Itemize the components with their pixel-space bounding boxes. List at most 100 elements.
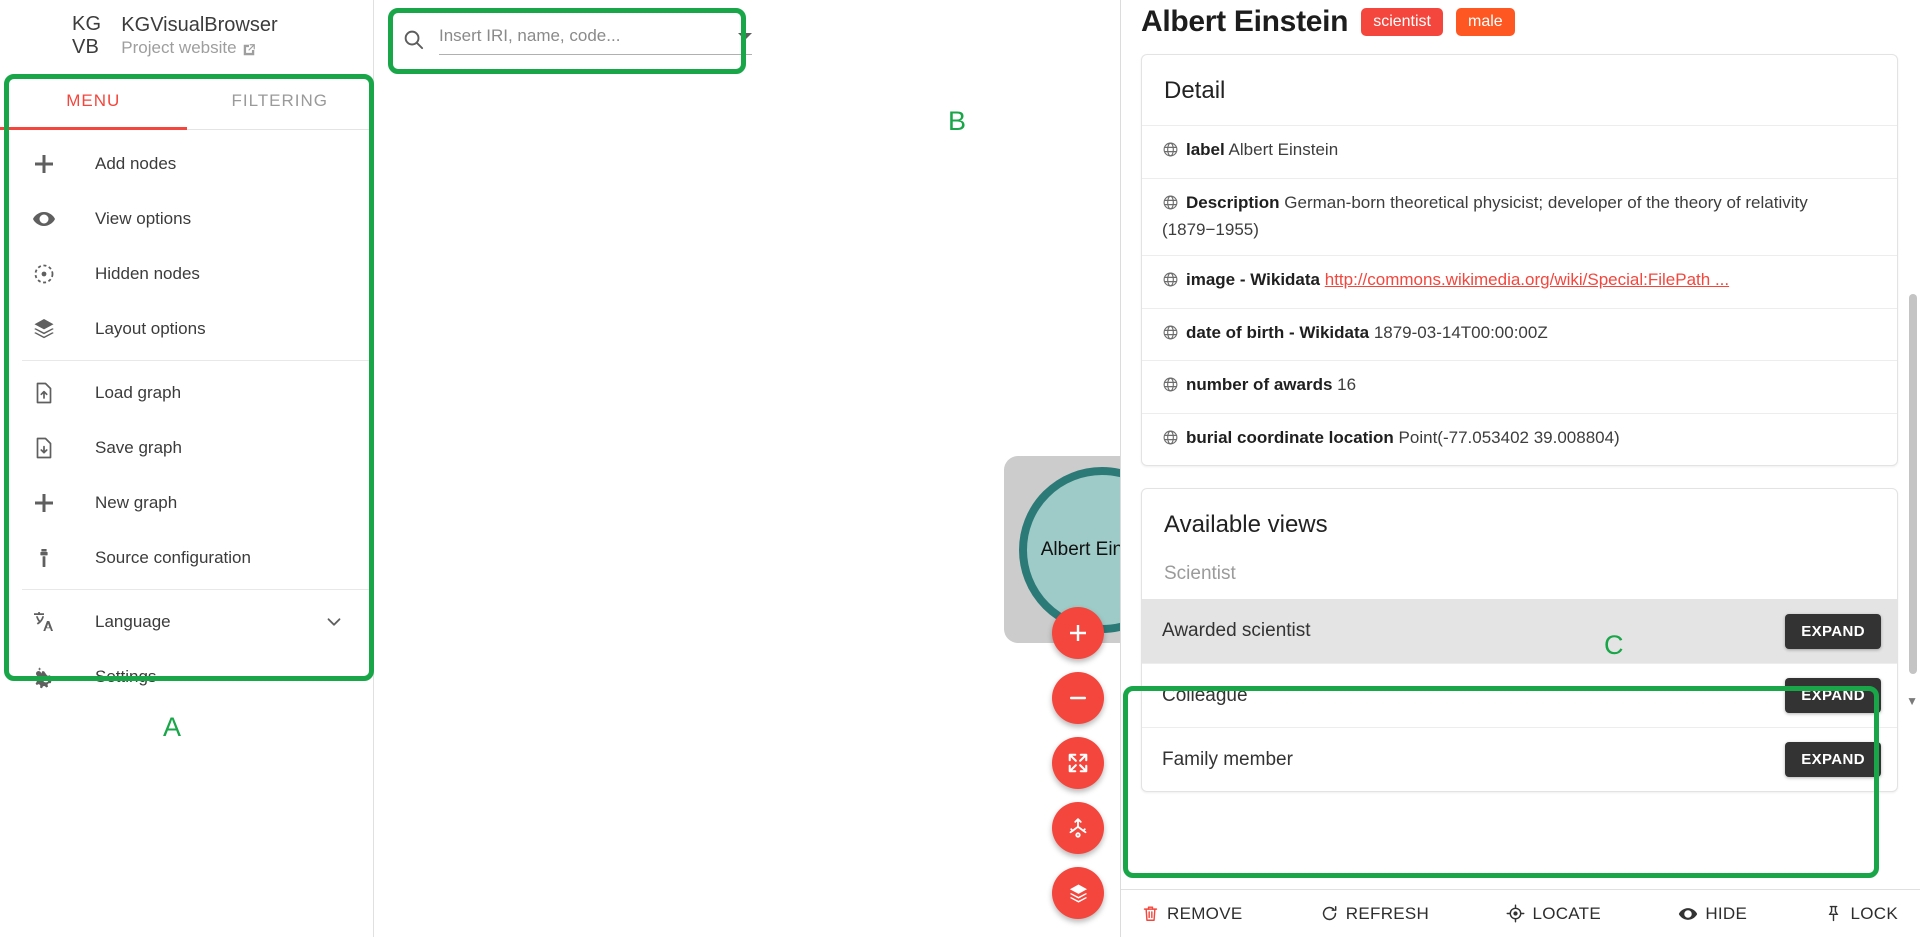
project-website-link[interactable]: Project website	[121, 37, 277, 59]
menu-item-label: Layout options	[95, 318, 206, 338]
menu-item-hidden-nodes[interactable]: Hidden nodes	[0, 246, 373, 301]
menu-divider	[22, 360, 373, 361]
view-row-family-member[interactable]: Family member EXPAND	[1142, 727, 1897, 791]
detail-scrollbar-thumb[interactable]	[1909, 294, 1917, 674]
kgvisualbrowser-app: KG VB KGVisualBrowser Project website ME…	[0, 0, 1920, 937]
locate-button[interactable]: LOCATE	[1506, 904, 1601, 924]
brand-abbreviation: KG VB	[72, 13, 101, 59]
page-title: Albert Einstein	[1141, 5, 1349, 38]
status-badge-male: male	[1456, 8, 1515, 36]
property-row: label Albert Einstein	[1142, 125, 1897, 178]
view-row-colleague[interactable]: Colleague EXPAND	[1142, 663, 1897, 727]
plus-icon	[22, 152, 66, 176]
menu-item-settings[interactable]: Settings	[0, 649, 373, 704]
detail-footer-toolbar: REMOVE REFRESH LOCATE HIDE LOCK	[1121, 889, 1920, 937]
menu-item-label: Settings	[95, 666, 157, 686]
menu-item-label: View options	[95, 208, 192, 228]
search-input[interactable]	[439, 26, 730, 46]
menu-item-label: Add nodes	[95, 153, 177, 173]
search-bar[interactable]	[402, 12, 752, 64]
property-value: 1879-03-14T00:00:00Z	[1373, 322, 1548, 342]
locate-label: LOCATE	[1532, 903, 1602, 923]
hidden-node-icon	[22, 262, 66, 286]
lock-button[interactable]: LOCK	[1824, 904, 1898, 924]
project-website-label: Project website	[121, 37, 237, 57]
detail-panel: Albert Einstein scientist male Detail la…	[1120, 0, 1920, 937]
chevron-down-icon[interactable]	[738, 32, 752, 40]
menu-item-label: Language	[95, 611, 171, 631]
property-row: burial coordinate location Point(-77.053…	[1142, 412, 1897, 466]
locate-icon	[1506, 904, 1525, 923]
menu-item-language[interactable]: Language	[0, 594, 373, 649]
refresh-button[interactable]: REFRESH	[1320, 904, 1429, 924]
settings-gear-icon	[22, 665, 66, 689]
menu-item-label: Save graph	[95, 437, 182, 457]
property-row: date of birth - Wikidata 1879-03-14T00:0…	[1142, 307, 1897, 361]
globe-icon	[1162, 141, 1179, 166]
globe-icon	[1162, 194, 1179, 219]
detail-card: Detail label Albert Einstein Description…	[1141, 54, 1898, 467]
annotation-letter-a: A	[163, 712, 182, 742]
view-row-awarded-scientist[interactable]: Awarded scientist EXPAND	[1142, 599, 1897, 664]
menu-item-add-nodes[interactable]: Add nodes	[0, 136, 373, 191]
menu-item-label: Hidden nodes	[95, 263, 200, 283]
annotation-letter-b: B	[948, 106, 967, 136]
menu-item-label: New graph	[95, 492, 178, 512]
menu-list: Add nodes View options Hidden nodes Layo…	[0, 130, 373, 704]
chevron-down-icon[interactable]	[323, 611, 345, 633]
property-row: number of awards 16	[1142, 360, 1897, 413]
detail-scroll-area[interactable]: Detail label Albert Einstein Description…	[1121, 44, 1920, 889]
globe-icon	[1162, 324, 1179, 349]
eye-icon	[1678, 904, 1698, 924]
globe-icon	[1162, 429, 1179, 454]
hide-button[interactable]: HIDE	[1678, 904, 1747, 924]
menu-item-label: Source configuration	[95, 547, 251, 567]
refresh-label: REFRESH	[1345, 903, 1430, 923]
rearrange-button[interactable]	[1052, 802, 1104, 854]
file-download-icon	[22, 436, 66, 460]
plus-icon	[22, 491, 66, 515]
scroll-down-arrow-icon[interactable]: ▼	[1906, 694, 1918, 708]
view-name: Colleague	[1162, 684, 1248, 706]
expand-button[interactable]: EXPAND	[1785, 678, 1881, 714]
menu-item-save-graph[interactable]: Save graph	[0, 420, 373, 475]
trash-icon	[1141, 904, 1160, 923]
file-upload-icon	[22, 381, 66, 405]
view-name: Family member	[1162, 748, 1293, 770]
layers-button[interactable]	[1052, 867, 1104, 919]
zoom-in-button[interactable]	[1052, 607, 1104, 659]
property-value-link[interactable]: http://commons.wikimedia.org/wiki/Specia…	[1325, 270, 1729, 289]
views-group-label: Scientist	[1164, 563, 1236, 585]
external-link-icon	[242, 41, 256, 55]
menu-item-view-options[interactable]: View options	[0, 191, 373, 246]
status-badge-scientist: scientist	[1361, 8, 1443, 36]
menu-item-source-configuration[interactable]: Source configuration	[0, 530, 373, 585]
brand-abbr-line2: VB	[72, 36, 100, 58]
property-key: burial coordinate location	[1186, 427, 1394, 447]
tab-menu[interactable]: MENU	[0, 72, 187, 130]
property-value: Albert Einstein	[1228, 140, 1339, 159]
remove-button[interactable]: REMOVE	[1141, 904, 1242, 924]
property-key: number of awards	[1186, 375, 1333, 395]
detail-card-title: Detail	[1164, 77, 1226, 104]
fit-to-screen-button[interactable]	[1052, 737, 1104, 789]
property-row: image - Wikidata http://commons.wikimedi…	[1142, 254, 1897, 308]
hide-label: HIDE	[1705, 903, 1748, 923]
eye-icon	[22, 207, 66, 231]
source-config-icon	[22, 546, 66, 570]
menu-item-new-graph[interactable]: New graph	[0, 475, 373, 530]
available-views-title: Available views	[1164, 511, 1328, 539]
expand-button[interactable]: EXPAND	[1785, 742, 1881, 778]
search-field[interactable]	[439, 26, 752, 55]
pin-icon	[1824, 904, 1843, 923]
graph-canvas[interactable]: B Albert Einstein	[374, 0, 1120, 937]
menu-item-load-graph[interactable]: Load graph	[0, 365, 373, 420]
globe-icon	[1162, 271, 1179, 296]
zoom-out-button[interactable]	[1052, 672, 1104, 724]
refresh-icon	[1320, 904, 1339, 923]
left-sidebar: KG VB KGVisualBrowser Project website ME…	[0, 0, 374, 937]
tab-filtering[interactable]: FILTERING	[187, 72, 374, 129]
menu-divider	[22, 589, 373, 590]
menu-item-layout-options[interactable]: Layout options	[0, 301, 373, 356]
expand-button[interactable]: EXPAND	[1785, 613, 1881, 649]
